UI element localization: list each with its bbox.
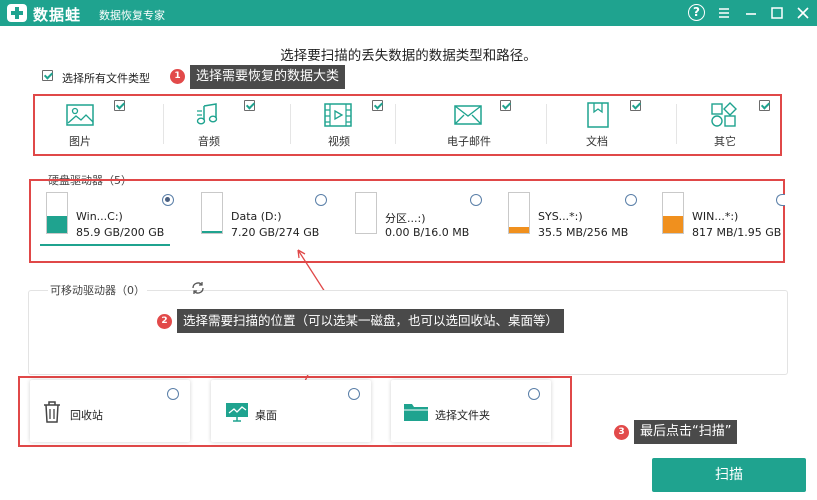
scan-button[interactable]: 扫描 xyxy=(652,458,806,492)
removable-drives-title: 可移动驱动器（0） xyxy=(48,282,147,298)
annotation-tip-2: 选择需要扫描的位置（可以选某一磁盘，也可以选回收站、桌面等） xyxy=(177,309,565,333)
refresh-icon[interactable] xyxy=(190,280,206,296)
location-label: 选择文件夹 xyxy=(435,409,490,422)
desktop-icon xyxy=(225,402,249,422)
location-recycle-bin[interactable]: 回收站 xyxy=(30,380,190,442)
location-radio[interactable] xyxy=(167,388,179,400)
location-label: 桌面 xyxy=(255,409,277,422)
location-radio[interactable] xyxy=(528,388,540,400)
annotation-tip-3: 最后点击“扫描” xyxy=(634,420,738,444)
location-desktop[interactable]: 桌面 xyxy=(211,380,371,442)
annotation-badge-3: 3 xyxy=(614,425,629,440)
annotation-badge-2: 2 xyxy=(157,314,172,329)
location-radio[interactable] xyxy=(348,388,360,400)
folder-icon xyxy=(403,402,429,422)
trash-icon xyxy=(42,400,62,424)
location-label: 回收站 xyxy=(70,409,103,422)
location-select-folder[interactable]: 选择文件夹 xyxy=(391,380,551,442)
